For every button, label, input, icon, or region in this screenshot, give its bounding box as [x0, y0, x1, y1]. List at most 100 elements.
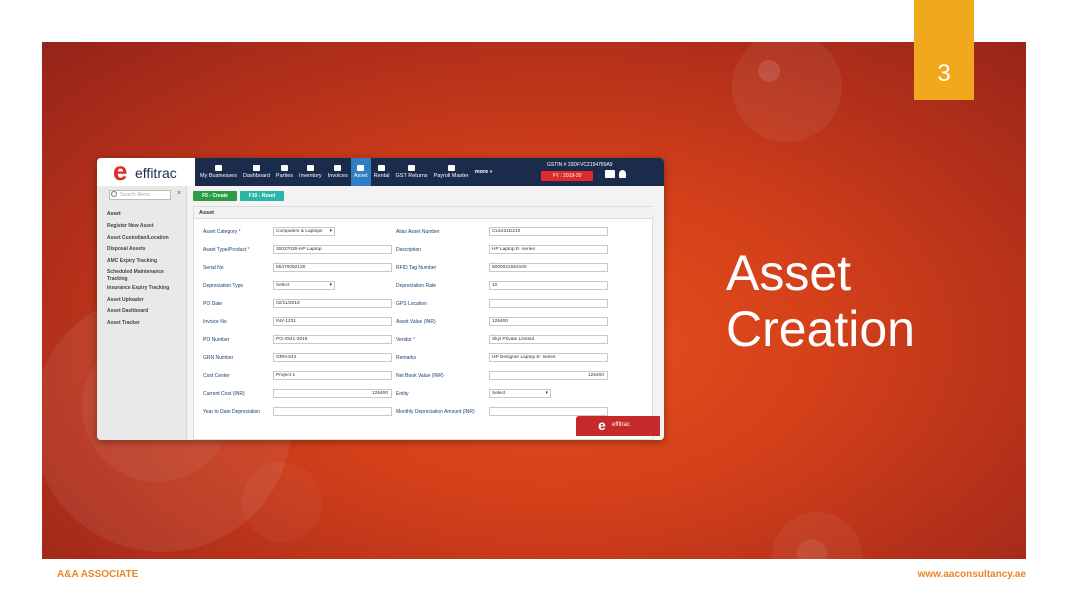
field-value: 02/11/2018 [276, 301, 300, 306]
text-field[interactable]: HP Designer Laptop E- series [489, 353, 608, 362]
close-icon[interactable]: × [177, 190, 181, 197]
field-label: Current Cost (INR) [203, 391, 245, 397]
field-label: Serial No [203, 265, 224, 271]
field-label: Alias Asset Number [396, 229, 440, 235]
document-icon [334, 165, 342, 171]
field-value: 125400 [371, 391, 388, 396]
text-field[interactable]: CL5421D210 [489, 227, 608, 236]
nav-item-gst-returns[interactable]: GST Returns [393, 158, 431, 186]
field-label-text: GRN Number [203, 355, 234, 361]
text-field[interactable]: 125400 [489, 371, 608, 380]
text-field[interactable]: 65470092130 [273, 263, 392, 272]
text-field[interactable]: INV-1231 [273, 317, 392, 326]
field-label: Cost Center [203, 373, 230, 379]
sidebar-item[interactable]: Asset Dashboard [107, 308, 148, 314]
field-label-text: Entity [396, 391, 409, 397]
text-field[interactable]: 02/11/2018 [273, 299, 392, 308]
field-value: 65470092130 [276, 265, 306, 270]
field-label: Remarks [396, 355, 416, 361]
text-field[interactable]: 30027030-HP Laptop [273, 245, 392, 254]
reset-button[interactable]: F10 - Reset [240, 191, 284, 201]
search-menu-input[interactable]: Search Menu [109, 190, 171, 200]
field-label: GPS Location [396, 301, 427, 307]
sidebar-item[interactable]: Asset [107, 211, 121, 217]
field-label-text: Cost Center [203, 373, 230, 379]
create-button[interactable]: F5 - Create [193, 191, 237, 201]
chevron-down-icon: ▾ [329, 282, 332, 288]
box-icon [306, 165, 314, 171]
rental-icon [378, 165, 386, 171]
field-value: HP Laptop E- series [492, 247, 535, 252]
logo-text: effitrac [135, 165, 177, 181]
field-label: PO Number [203, 337, 229, 343]
field-label-text: Monthly Depreciation Amount (INR) [396, 409, 475, 415]
field-label: Asset Type/Product * [203, 247, 250, 253]
user-icon[interactable] [619, 170, 626, 178]
nav-item-payroll-master[interactable]: Payroll Master [431, 158, 472, 186]
app-logo[interactable]: e effitrac [97, 158, 195, 186]
footer-company: A&A ASSOCIATE [57, 569, 139, 580]
nav-item-dashboard[interactable]: Dashboard [240, 158, 273, 186]
field-label-text: PO Date [203, 301, 223, 307]
sidebar-item[interactable]: Asset Uploader [107, 297, 144, 303]
field-label: PO Date [203, 301, 222, 307]
nav-label: Rental [373, 173, 390, 179]
required-marker: * [246, 247, 250, 253]
brand-text: effitrac [612, 422, 630, 428]
slide-title-line: Asset [726, 245, 852, 301]
nav-item-asset[interactable]: Asset [350, 158, 371, 186]
sidebar-item[interactable]: Disposal Assets [107, 246, 145, 252]
text-field[interactable]: Project-1 [273, 371, 392, 380]
nav-item-invoices[interactable]: Invoices [325, 158, 351, 186]
sidebar-item[interactable]: Insurance Expiry Tracking [107, 285, 169, 291]
main-nav: My Businesses Dashboard Parties Inventory In… [197, 158, 496, 186]
sidebar-item[interactable]: Register New Asset [107, 223, 154, 229]
person-icon [447, 165, 455, 171]
field-value: 125400 [492, 319, 509, 324]
sidebar-item[interactable]: Asset Custodian/Location [107, 235, 169, 241]
text-field[interactable]: 10 [489, 281, 608, 290]
text-field[interactable] [273, 407, 392, 416]
sidebar-item[interactable]: Asset Tracker [107, 320, 140, 326]
text-field[interactable]: GRN-542 [273, 353, 392, 362]
text-field[interactable]: Skyl Private Limited [489, 335, 608, 344]
asset-form-panel: Asset Asset Category * Computers & Laptop… [193, 206, 654, 440]
panel-title: Asset [194, 207, 654, 219]
chevron-down-icon: ▾ [545, 390, 548, 396]
field-label-text: Depreciation Type [203, 283, 244, 289]
nav-item-more[interactable]: more » [472, 158, 496, 186]
field-value: INV-1231 [276, 319, 297, 324]
field-value: GRN-542 [276, 355, 297, 360]
select-field[interactable]: Select ▾ [273, 281, 335, 290]
field-value: 30027030-HP Laptop [276, 247, 322, 252]
sidebar-item[interactable]: Tracking [107, 276, 128, 282]
nav-item-inventory[interactable]: Inventory [296, 158, 325, 186]
text-field[interactable] [489, 407, 608, 416]
calculator-icon[interactable] [605, 170, 615, 178]
select-field[interactable]: Computers & Laptops ▾ [273, 227, 335, 236]
text-field[interactable]: PO-2541-2019 [273, 335, 392, 344]
footer-website[interactable]: www.aaconsultancy.ae [918, 569, 1026, 580]
field-label: Monthly Depreciation Amount (INR) [396, 409, 475, 415]
asset-icon [357, 165, 365, 171]
text-field[interactable] [489, 299, 608, 308]
select-field[interactable]: Select ▾ [489, 389, 551, 398]
nav-item-rental[interactable]: Rental [371, 158, 393, 186]
sidebar-item[interactable]: AMC Expiry Tracking [107, 258, 157, 264]
field-label-text: Asset Category [203, 229, 238, 235]
fy-badge[interactable]: FY : 2019-20 [541, 171, 593, 181]
nav-item-parties[interactable]: Parties [273, 158, 296, 186]
text-field[interactable]: 125400 [489, 317, 608, 326]
nav-item-my-businesses[interactable]: My Businesses [197, 158, 240, 186]
nav-label: GST Returns [395, 173, 428, 179]
field-label-text: PO Number [203, 337, 230, 343]
text-field[interactable]: 6000021554100 [489, 263, 608, 272]
text-field[interactable]: 125400 [273, 389, 392, 398]
field-value: Skyl Private Limited [492, 337, 535, 342]
nav-label: Invoices [327, 173, 348, 179]
nav-label: Parties [275, 173, 294, 179]
field-value: 10 [492, 283, 498, 288]
text-field[interactable]: HP Laptop E- series [489, 245, 608, 254]
sidebar-item[interactable]: Scheduled Maintenance [107, 269, 164, 275]
field-label: Description [396, 247, 421, 253]
